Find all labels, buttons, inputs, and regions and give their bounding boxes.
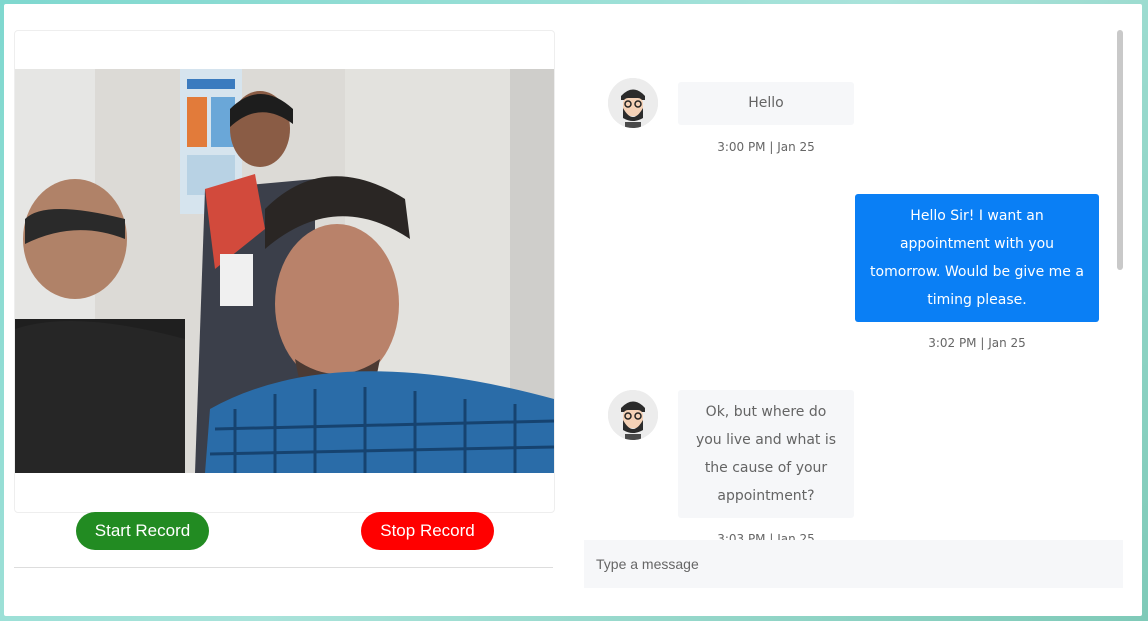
chat-history[interactable]: Hello 3:00 PM | Jan 25 Hello Sir! I want… (584, 30, 1123, 540)
avatar (608, 390, 658, 440)
message-input-bar (584, 540, 1123, 588)
avatar (608, 78, 658, 128)
message-time: 3:03 PM | Jan 25 (717, 532, 815, 540)
video-panel (14, 30, 555, 513)
divider (14, 567, 553, 568)
chat-scrollbar[interactable] (1117, 30, 1123, 270)
start-record-button[interactable]: Start Record (76, 512, 209, 550)
webcam-feed-image (15, 69, 554, 473)
webcam-video (15, 69, 554, 473)
message-bubble-outgoing: Hello Sir! I want an appointment with yo… (855, 194, 1099, 322)
message-input[interactable] (584, 540, 1123, 588)
message-time: 3:02 PM | Jan 25 (928, 336, 1026, 350)
message-time: 3:00 PM | Jan 25 (717, 140, 815, 154)
message-bubble-incoming: Hello (678, 82, 854, 125)
message-bubble-incoming: Ok, but where do you live and what is th… (678, 390, 854, 518)
stop-record-button[interactable]: Stop Record (361, 512, 494, 550)
user-avatar-icon (608, 390, 658, 440)
user-avatar-icon (608, 78, 658, 128)
